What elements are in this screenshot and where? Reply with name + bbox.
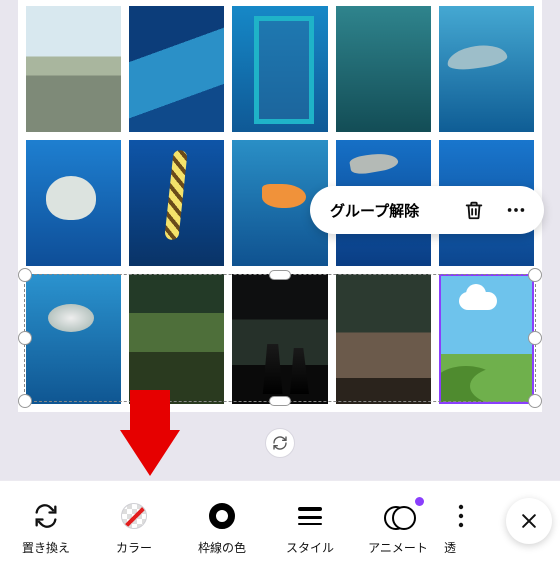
grid-cell[interactable] bbox=[336, 274, 431, 404]
toolbar-item-style[interactable]: スタイル bbox=[266, 499, 354, 556]
ungroup-button[interactable]: グループ解除 bbox=[330, 200, 446, 221]
sync-button[interactable] bbox=[265, 428, 295, 458]
grid-cell[interactable] bbox=[26, 140, 121, 266]
more-icon[interactable] bbox=[502, 196, 530, 224]
new-indicator-dot bbox=[415, 497, 424, 506]
trash-icon[interactable] bbox=[460, 196, 488, 224]
replace-icon bbox=[29, 499, 63, 533]
toolbar-item-label: 置き換え bbox=[22, 539, 70, 556]
grid-cell[interactable] bbox=[336, 6, 431, 132]
grid-cell[interactable] bbox=[232, 274, 327, 404]
toolbar-item-animate[interactable]: アニメート bbox=[354, 499, 442, 556]
grid-cell[interactable] bbox=[129, 274, 224, 404]
toolbar-item-label: 透 bbox=[444, 539, 456, 556]
toolbar-item-label: カラー bbox=[116, 539, 152, 556]
toolbar-item-color[interactable]: カラー bbox=[90, 499, 178, 556]
grid-cell[interactable] bbox=[129, 6, 224, 132]
grid-cell[interactable] bbox=[26, 274, 121, 404]
grid-cell[interactable] bbox=[232, 6, 327, 132]
close-button[interactable] bbox=[506, 498, 552, 544]
bottom-toolbar: 置き換え カラー 枠線の色 スタイル アニメート 透 bbox=[0, 480, 560, 570]
grid-cell[interactable] bbox=[26, 6, 121, 132]
toolbar-item-label: スタイル bbox=[286, 539, 334, 556]
grid-cell-placeholder[interactable] bbox=[439, 274, 534, 404]
border-color-icon bbox=[205, 499, 239, 533]
toolbar-item-label: 枠線の色 bbox=[198, 539, 246, 556]
color-icon bbox=[117, 499, 151, 533]
toolbar-item-replace[interactable]: 置き換え bbox=[2, 499, 90, 556]
animate-icon bbox=[381, 499, 415, 533]
toolbar-item-border-color[interactable]: 枠線の色 bbox=[178, 499, 266, 556]
context-menu: グループ解除 bbox=[310, 186, 544, 234]
toolbar-item-overflow[interactable]: 透 bbox=[442, 499, 478, 556]
more-vertical-icon bbox=[444, 499, 478, 533]
toolbar-item-label: アニメート bbox=[368, 539, 428, 556]
grid-cell[interactable] bbox=[129, 140, 224, 266]
grid-cell[interactable] bbox=[439, 6, 534, 132]
style-icon bbox=[293, 499, 327, 533]
